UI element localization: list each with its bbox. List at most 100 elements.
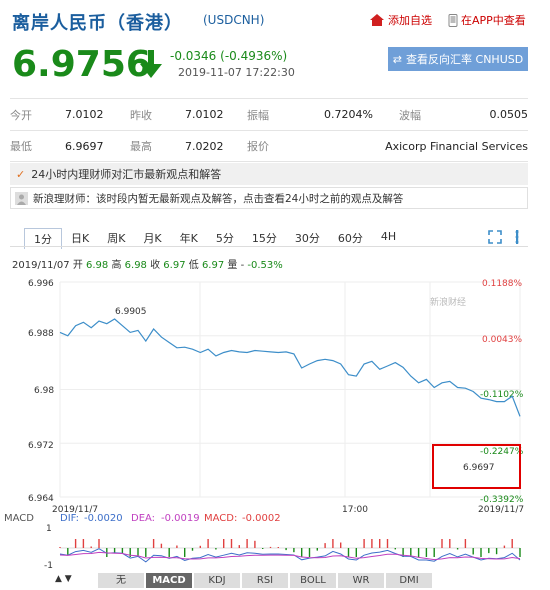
macd-bar (371, 539, 373, 548)
quote-time: 2019-11-07 17:22:30 (178, 66, 295, 79)
macd-y-tick: -1 (44, 561, 53, 570)
quote-label: 今开 (10, 108, 32, 122)
macd-bar (215, 548, 217, 550)
advisor-banner[interactable]: ✓ 24小时内理财师对汇市最新观点和解答 (10, 163, 528, 185)
macd-bar (324, 543, 326, 548)
macd-bar (254, 540, 256, 548)
macd-y-tick: 1 (46, 524, 52, 534)
quote-label: 振幅 (247, 108, 269, 122)
ohlc-summary: 2019/11/07 开 6.98 高 6.98 收 6.97 低 6.97 量… (12, 256, 283, 271)
macd-value: -0.0002 (242, 513, 281, 524)
check-icon: ✓ (16, 167, 26, 181)
price-line (59, 318, 521, 417)
price-chart[interactable]: 新浪财经 6.996 6.988 6.98 6.972 6.964 0.1188… (0, 270, 550, 570)
reverse-rate-button[interactable]: ⇄ 查看反向汇率 CNHUSD (388, 47, 528, 71)
low-value-label: 6.9697 (463, 463, 495, 473)
pct-tick-label: -0.1102% (480, 390, 524, 400)
add-favorite-label: 添加自选 (388, 14, 432, 27)
quote-value: 7.0202 (185, 139, 224, 153)
macd-bar (355, 548, 357, 557)
quote-label: 最高 (130, 140, 152, 153)
indicator-tab-kdj[interactable]: KDJ (194, 573, 240, 588)
fullscreen-icon[interactable] (488, 230, 502, 244)
macd-bar (246, 539, 248, 548)
macd-bar (230, 539, 233, 548)
macd-bar (82, 539, 85, 548)
y-tick-label: 6.972 (28, 441, 54, 451)
y-tick-label: 6.98 (34, 386, 54, 396)
macd-bar (90, 546, 92, 548)
macd-bar (160, 543, 163, 548)
macd-bar (285, 548, 287, 551)
house-icon (370, 14, 384, 26)
advisor-notice[interactable]: 新浪理财师：该时段内暂无最新观点及解答，点击查看24小时之前的观点及解答 (10, 187, 528, 209)
dea-label: DEA: (131, 513, 155, 524)
phone-icon (448, 13, 458, 27)
macd-bar (176, 545, 178, 548)
macd-bar (511, 539, 513, 548)
symbol-code: (USDCNH) (203, 13, 265, 27)
settings-icon[interactable] (510, 230, 524, 244)
y-tick-label: 6.996 (28, 279, 54, 289)
quote-value: 0.7204% (324, 108, 373, 121)
avatar-icon (15, 191, 28, 205)
peak-label: 6.9905 (115, 307, 147, 317)
macd-title: MACD (4, 513, 34, 524)
macd-bar (472, 548, 474, 555)
indicator-tab-rsi[interactable]: RSI (242, 573, 288, 588)
macd-bar (207, 539, 209, 548)
macd-bar (199, 545, 201, 548)
macd-bar (308, 548, 311, 557)
macd-bar (449, 539, 451, 548)
arrow-down-small-icon[interactable]: ▼ (65, 574, 72, 584)
open-app-button[interactable]: 在APP中查看 (448, 12, 526, 28)
quote-row: 最低 6.9697 最高 7.0202 报价 Axicorp Financial… (10, 130, 528, 162)
quote-table: 今开 7.0102 昨收 7.0102 振幅 0.7204% 波幅 0.0505… (10, 98, 528, 162)
dif-value: -0.0020 (84, 513, 123, 524)
current-price: 6.9756 (12, 44, 151, 85)
macd-bar (145, 548, 147, 557)
macd-bar (191, 548, 194, 551)
indicator-tab-wr[interactable]: WR (338, 573, 384, 588)
indicator-tab-dmi[interactable]: DMI (386, 573, 432, 588)
scroll-arrows[interactable]: ▲ ▼ (55, 574, 72, 584)
pct-tick-label: -0.3392% (480, 495, 524, 505)
macd-bar (456, 548, 459, 550)
quote-label: 报价 (247, 140, 269, 153)
page-title: 离岸人民币（香港） (12, 13, 183, 34)
pct-tick-label: 0.0043% (482, 335, 522, 345)
macd-bar (503, 545, 506, 548)
macd-bar (98, 539, 100, 548)
macd-bar (59, 547, 61, 548)
quote-label: 昨收 (130, 108, 152, 122)
macd-bar (262, 548, 264, 549)
macd-bar (433, 548, 435, 557)
macd-bar (464, 539, 467, 548)
macd-bar (417, 548, 420, 557)
indicator-tab-boll[interactable]: BOLL (290, 573, 336, 588)
macd-bar (301, 548, 303, 557)
macd-bar (394, 548, 396, 550)
add-favorite-button[interactable]: 添加自选 (370, 12, 432, 28)
macd-bar (519, 548, 521, 557)
macd-bar (293, 548, 295, 553)
macd-bar (223, 539, 225, 548)
open-app-label: 在APP中查看 (461, 14, 526, 27)
quote-value: 0.0505 (489, 108, 529, 121)
quote-row: 今开 7.0102 昨收 7.0102 振幅 0.7204% 波幅 0.0505 (10, 98, 528, 130)
macd-bar (425, 548, 428, 557)
pct-tick-label: -0.2247% (480, 447, 524, 457)
macd-bar (480, 548, 482, 557)
macd-bar (67, 548, 69, 555)
indicator-tab-macd[interactable]: MACD (146, 573, 192, 588)
quote-label: 波幅 (399, 108, 421, 122)
macd-bar (277, 547, 279, 548)
macd-bar (347, 548, 350, 557)
dea-value: -0.0019 (161, 513, 200, 524)
y-tick-label: 6.988 (28, 329, 54, 339)
y-tick-label: 6.964 (28, 494, 54, 504)
macd-bar (441, 539, 443, 548)
indicator-tab-none[interactable]: 无 (98, 573, 144, 588)
advisor-notice-text: 新浪理财师：该时段内暂无最新观点及解答，点击查看24小时之前的观点及解答 (33, 192, 404, 205)
arrow-up-icon[interactable]: ▲ (55, 574, 62, 584)
